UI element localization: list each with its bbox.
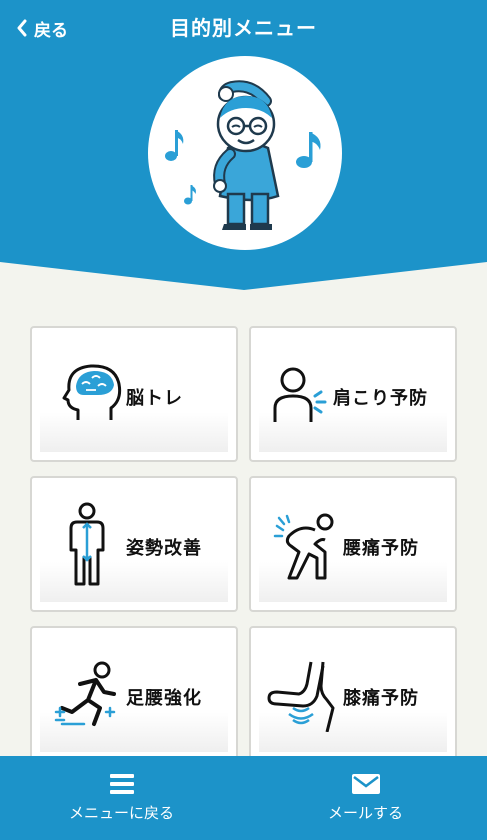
menu-label: 膝痛予防 xyxy=(343,688,419,709)
hamburger-menu-icon xyxy=(109,774,134,794)
menu-label: 肩こり予防 xyxy=(333,388,428,409)
page-title: 目的別メニュー xyxy=(170,16,317,40)
mascot-avatar xyxy=(148,56,342,250)
back-to-menu-button[interactable]: メニューに戻る xyxy=(0,756,243,840)
send-mail-button[interactable]: メールする xyxy=(244,756,487,840)
brain-head-icon xyxy=(62,364,122,420)
menu-card-knee-pain[interactable]: 膝痛予防 xyxy=(249,626,457,762)
menu-card-posture[interactable]: 姿勢改善 xyxy=(30,476,238,612)
shoulder-icon xyxy=(273,367,327,422)
menu-card-brain-training[interactable]: 脳トレ xyxy=(30,326,238,462)
menu-label: 腰痛予防 xyxy=(343,538,419,559)
menu-card-stiff-shoulder[interactable]: 肩こり予防 xyxy=(249,326,457,462)
back-to-menu-label: メニューに戻る xyxy=(68,804,174,822)
mail-icon xyxy=(351,774,380,794)
bottom-tab-bar: メニューに戻る メールする xyxy=(0,756,487,840)
menu-card-leg-strength[interactable]: 足腰強化 xyxy=(30,626,238,762)
knee-icon xyxy=(267,661,335,732)
menu-label: 足腰強化 xyxy=(126,688,202,709)
elderly-man-stretching-illustration xyxy=(165,80,321,230)
hero-header: 戻る 目的別メニュー xyxy=(0,0,487,290)
top-bar: 戻る 目的別メニュー xyxy=(0,0,487,56)
menu-label: 姿勢改善 xyxy=(126,538,202,559)
menu-card-back-pain[interactable]: 腰痛予防 xyxy=(249,476,457,612)
menu-label: 脳トレ xyxy=(126,388,183,409)
back-pain-icon xyxy=(273,513,334,580)
send-mail-label: メールする xyxy=(327,804,403,822)
posture-icon xyxy=(69,502,105,586)
running-icon xyxy=(54,661,116,726)
